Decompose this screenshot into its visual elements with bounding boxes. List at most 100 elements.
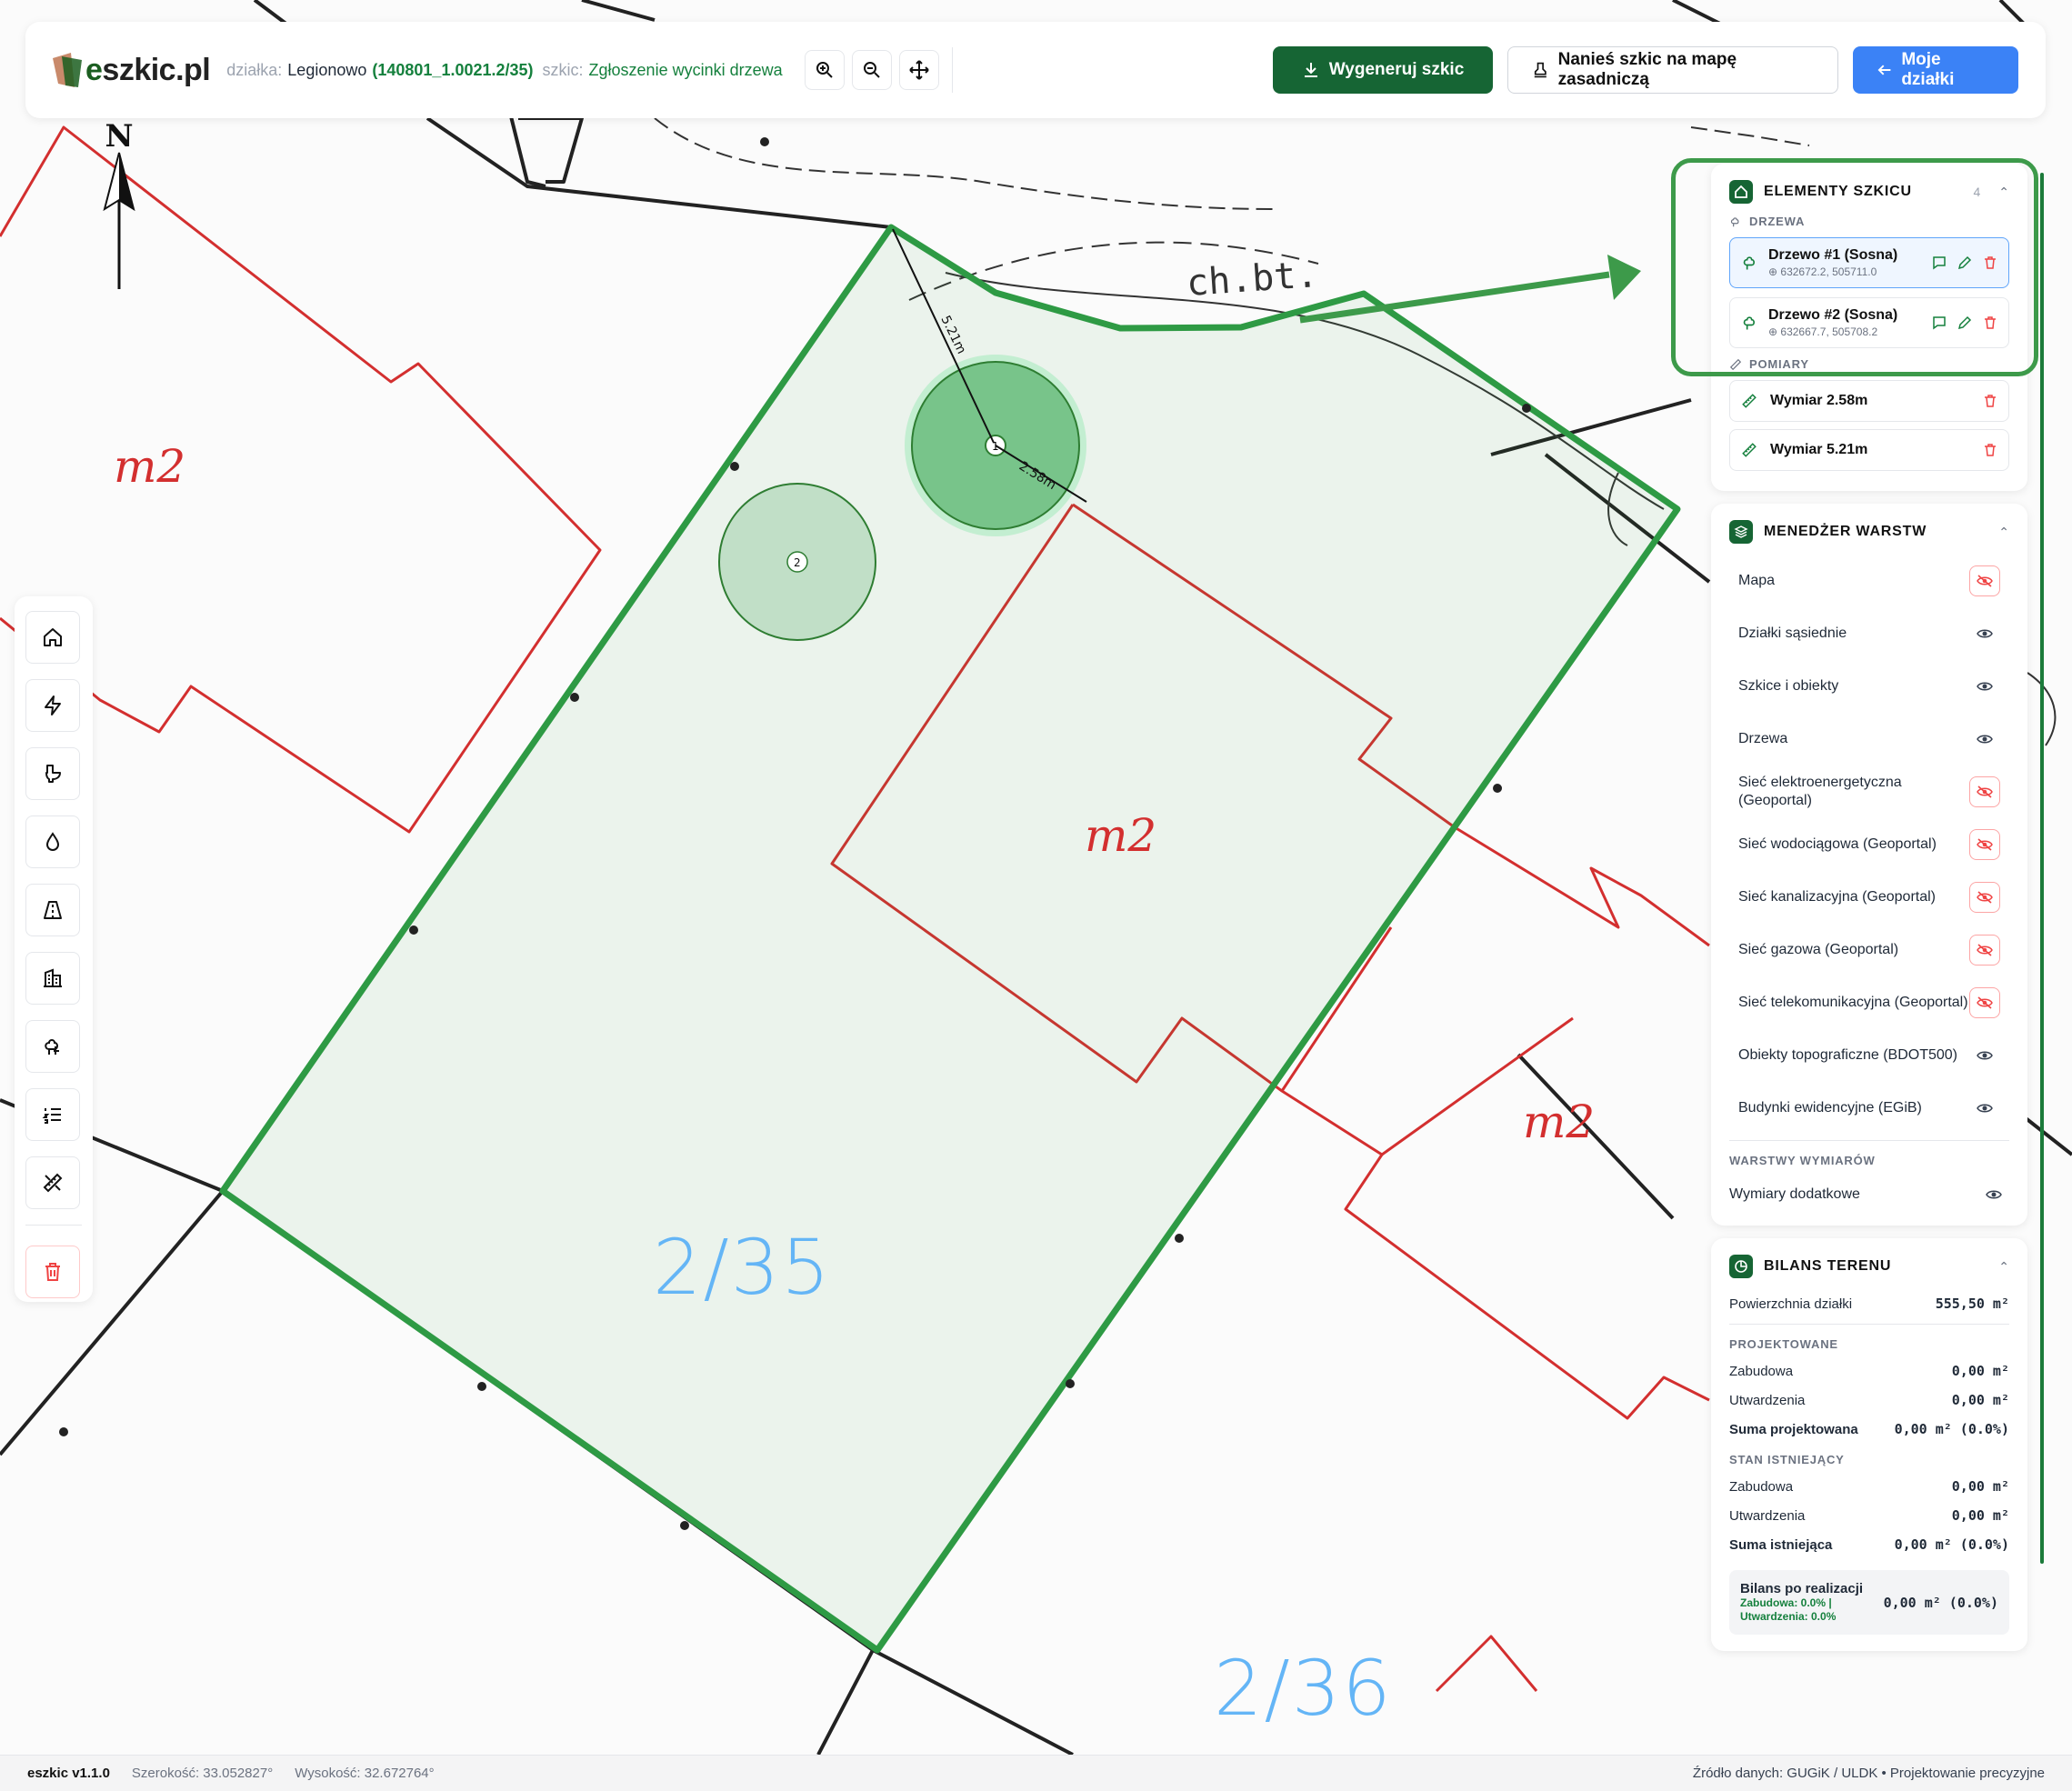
eye-off-icon[interactable] bbox=[1969, 935, 2000, 966]
tool-electricity-button[interactable] bbox=[25, 679, 80, 732]
eye-off-icon[interactable] bbox=[1969, 565, 2000, 596]
tree-2-number: 2 bbox=[794, 556, 801, 569]
eye-icon[interactable] bbox=[1978, 1179, 2009, 1210]
layer-row[interactable]: Sieć kanalizacyjna (Geoportal) bbox=[1729, 871, 2009, 924]
layer-name: Sieć elektroenergetyczna (Geoportal) bbox=[1738, 775, 1902, 808]
chevron-up-icon[interactable]: ⌃ bbox=[1998, 525, 2009, 540]
tool-measure-button[interactable] bbox=[25, 1156, 80, 1209]
layer-list: Mapa Działki sąsiednie Szkice i obiekty Drz… bbox=[1729, 555, 2009, 1135]
trash-icon[interactable] bbox=[1983, 443, 1997, 457]
layers-divider bbox=[1729, 1140, 2009, 1141]
eye-off-icon[interactable] bbox=[1969, 882, 2000, 913]
ex-sum-row: Suma istniejąca 0,00 m² (0.0%) bbox=[1729, 1536, 2009, 1553]
layer-name: Wymiary dodatkowe bbox=[1729, 1186, 1860, 1202]
proj-sum-row: Suma projektowana 0,00 m² (0.0%) bbox=[1729, 1421, 2009, 1437]
ex-build-row: Zabudowa 0,00 m² bbox=[1729, 1478, 2009, 1495]
my-parcels-button[interactable]: Moje działki bbox=[1853, 46, 2018, 94]
layer-name: Mapa bbox=[1738, 573, 1776, 588]
panel-scrollbar[interactable] bbox=[2040, 173, 2044, 1564]
generate-sketch-button[interactable]: Wygeneruj szkic bbox=[1273, 46, 1493, 94]
right-panel: ELEMENTY SZKICU 4 ⌃ DRZEWA Drzewo #1 (So… bbox=[1711, 164, 2027, 1664]
layer-name: Szkice i obiekty bbox=[1738, 678, 1839, 694]
eye-off-icon[interactable] bbox=[1969, 987, 2000, 1018]
layer-row[interactable]: Szkice i obiekty bbox=[1729, 660, 2009, 713]
chevron-up-icon[interactable]: ⌃ bbox=[1998, 1259, 2009, 1275]
trash-icon[interactable] bbox=[1983, 394, 1997, 408]
layer-row[interactable]: Mapa bbox=[1729, 555, 2009, 607]
measure-item[interactable]: Wymiar 2.58m bbox=[1729, 380, 2009, 422]
tool-water-button[interactable] bbox=[25, 815, 80, 868]
map-tools bbox=[804, 47, 953, 93]
layer-name: Drzewa bbox=[1738, 731, 1788, 746]
layer-manager-card: MENEDŻER WARSTW ⌃ Mapa Działki sąsiednie S… bbox=[1711, 504, 2027, 1226]
eye-icon[interactable] bbox=[1969, 618, 2000, 649]
layer-name: Sieć gazowa (Geoportal) bbox=[1738, 942, 1899, 957]
logo-mark-icon bbox=[53, 51, 84, 89]
eye-icon[interactable] bbox=[1969, 1093, 2000, 1124]
logo-text: eszkic.pl bbox=[85, 52, 211, 87]
layer-manager-title: MENEDŻER WARSTW bbox=[1764, 524, 1927, 539]
balance-after-value: 0,00 m² (0.0%) bbox=[1883, 1594, 1998, 1611]
eye-off-icon[interactable] bbox=[1969, 829, 2000, 860]
tree-1-number: 1 bbox=[992, 440, 999, 453]
latitude-readout: Szerokość: 33.052827° bbox=[131, 1766, 274, 1781]
balance-after-title: Bilans po realizacji bbox=[1740, 1581, 1864, 1596]
layer-row[interactable]: Budynki ewidencyjne (EGiB) bbox=[1729, 1082, 2009, 1135]
apply-to-map-button[interactable]: Nanieś szkic na mapę zasadniczą bbox=[1507, 46, 1838, 94]
building-label: m2 bbox=[114, 440, 186, 493]
dimension-layers-header: WARSTWY WYMIARÓW bbox=[1729, 1154, 1876, 1167]
zoom-out-button[interactable] bbox=[851, 50, 892, 90]
eye-icon[interactable] bbox=[1969, 724, 2000, 755]
eye-off-icon[interactable] bbox=[1969, 776, 2000, 807]
proj-paved-row: Utwardzenia 0,00 m² bbox=[1729, 1392, 2009, 1408]
measure-name: Wymiar 5.21m bbox=[1770, 442, 1868, 457]
tool-sewage-button[interactable] bbox=[25, 747, 80, 800]
layer-row[interactable]: Sieć gazowa (Geoportal) bbox=[1729, 924, 2009, 976]
building-label: m2 bbox=[1523, 1096, 1596, 1148]
trash-icon bbox=[45, 1263, 60, 1281]
projected-header: PROJEKTOWANE bbox=[1729, 1337, 1838, 1351]
layer-row[interactable]: Obiekty topograficzne (BDOT500) bbox=[1729, 1029, 2009, 1082]
list-icon bbox=[42, 1108, 61, 1124]
szkic-value: Zgłoszenie wycinki drzewa bbox=[588, 60, 783, 79]
pan-button[interactable] bbox=[898, 50, 939, 90]
app-version: eszkic v1.1.0 bbox=[27, 1766, 110, 1781]
tool-tree-button[interactable] bbox=[25, 1020, 80, 1073]
parcel-area-row: Powierzchnia działki 555,50 m² bbox=[1729, 1296, 2009, 1312]
layer-row[interactable]: Sieć elektroenergetyczna (Geoportal) bbox=[1729, 765, 2009, 818]
tool-building-button[interactable] bbox=[25, 952, 80, 1005]
eye-icon[interactable] bbox=[1969, 1040, 2000, 1071]
building-icon bbox=[44, 968, 62, 987]
layer-row[interactable]: Sieć wodociągowa (Geoportal) bbox=[1729, 818, 2009, 871]
measure-item[interactable]: Wymiar 5.21m bbox=[1729, 429, 2009, 471]
layer-row-dimensions[interactable]: Wymiary dodatkowe bbox=[1729, 1173, 2009, 1216]
existing-header: STAN ISTNIEJĄCY bbox=[1729, 1453, 1845, 1466]
layer-manager-header[interactable]: MENEDŻER WARSTW ⌃ bbox=[1729, 520, 2009, 544]
measure-icon bbox=[43, 1173, 63, 1193]
highlight-annotation bbox=[1671, 158, 2038, 376]
tool-delete-button[interactable] bbox=[25, 1246, 80, 1298]
layer-row[interactable]: Sieć telekomunikacyjna (Geoportal) bbox=[1729, 976, 2009, 1029]
tree-icon bbox=[45, 1039, 59, 1055]
layer-name: Działki sąsiednie bbox=[1738, 625, 1847, 641]
ruler-icon bbox=[1742, 394, 1757, 408]
layer-row[interactable]: Działki sąsiednie bbox=[1729, 607, 2009, 660]
tool-list-button[interactable] bbox=[25, 1088, 80, 1141]
szkic-label: szkic: bbox=[542, 60, 584, 79]
tool-home-button[interactable] bbox=[25, 611, 80, 664]
land-balance-card: BILANS TERENU ⌃ Powierzchnia działki 555,… bbox=[1711, 1238, 2027, 1651]
eye-icon[interactable] bbox=[1969, 671, 2000, 702]
parcel-number-label: 2/35 bbox=[653, 1223, 832, 1312]
dzialka-label: działka: bbox=[226, 60, 283, 79]
tool-road-button[interactable] bbox=[25, 884, 80, 936]
layer-name: Sieć kanalizacyjna (Geoportal) bbox=[1738, 889, 1936, 905]
land-balance-header[interactable]: BILANS TERENU ⌃ bbox=[1729, 1255, 2009, 1278]
layer-name: Obiekty topograficzne (BDOT500) bbox=[1738, 1047, 1957, 1063]
layer-row[interactable]: Drzewa bbox=[1729, 713, 2009, 765]
app-logo[interactable]: eszkic.pl bbox=[53, 51, 211, 89]
longitude-readout: Wysokość: 32.672764° bbox=[295, 1766, 435, 1781]
zoom-in-button[interactable] bbox=[804, 50, 845, 90]
north-label: N bbox=[105, 118, 134, 155]
zoom-out-icon bbox=[863, 62, 880, 78]
proj-build-row: Zabudowa 0,00 m² bbox=[1729, 1363, 2009, 1379]
